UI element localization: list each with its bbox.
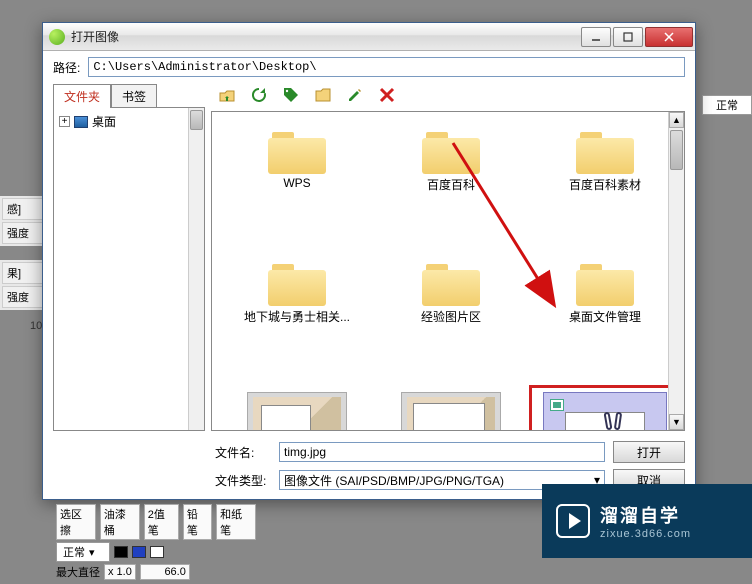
zoom-value[interactable]: x 1.0 [104,564,136,580]
file-label: 地下城与勇士相关... [244,308,350,325]
file-label: 百度百科 [427,176,475,193]
diameter-value[interactable]: 66.0 [140,564,190,580]
bg-normal-select[interactable]: 正常 [702,95,752,115]
filename-input[interactable] [279,442,605,462]
window-title: 打开图像 [71,28,119,45]
file-item[interactable]: 经验图片区 [376,254,526,384]
tag-icon[interactable] [281,85,301,105]
swatch-white[interactable] [150,546,164,558]
file-label: 百度百科素材 [569,176,641,193]
folder-icon [422,260,480,306]
app-icon [49,29,65,45]
scroll-up-icon[interactable]: ▲ [669,112,684,128]
selected-thumb [543,392,667,430]
tool-button[interactable]: 选区擦 [56,504,96,540]
tool-button[interactable]: 2值笔 [144,504,179,540]
file-toolbar [211,83,685,111]
swatch-black[interactable] [114,546,128,558]
scroll-down-icon[interactable]: ▼ [669,414,684,430]
minimize-button[interactable] [581,27,611,47]
file-item[interactable]: QQ截图2019102010... [376,386,526,430]
grid-scrollbar[interactable]: ▲ ▼ [668,112,684,430]
open-button[interactable]: 打开 [613,441,685,463]
file-item[interactable]: 百度百科素材 [530,122,680,252]
refresh-icon[interactable] [249,85,269,105]
brand-box: 溜溜自学 zixue.3d66.com [542,484,752,558]
tree-item-desktop[interactable]: + 桌面 [58,112,200,131]
tab-bookmarks[interactable]: 书签 [111,84,157,108]
open-image-dialog: 打开图像 路径: 文件夹 书签 + 桌面 [42,22,696,500]
path-label: 路径: [53,59,80,76]
delete-icon[interactable] [377,85,397,105]
file-item[interactable]: 桌面文件管理 [530,254,680,384]
tree-item-label: 桌面 [92,113,116,130]
desktop-icon [74,116,88,128]
filetype-value: 图像文件 (SAI/PSD/BMP/JPG/PNG/TGA) [284,472,504,489]
scroll-thumb[interactable] [670,130,683,170]
file-label: WPS [283,176,310,190]
image-badge-icon [550,399,564,411]
titlebar: 打开图像 [43,23,695,51]
file-item-selected[interactable]: timg.jpg [530,386,680,430]
tool-button[interactable]: 铅笔 [183,504,212,540]
tab-folders[interactable]: 文件夹 [53,84,111,108]
file-item[interactable]: QQ截图20191020100... [222,386,372,430]
blend-mode-select[interactable]: 正常 ▾ [56,542,110,562]
file-item[interactable]: 地下城与勇士相关... [222,254,372,384]
path-input[interactable] [88,57,685,77]
file-label: 桌面文件管理 [569,308,641,325]
filetype-label: 文件类型: [215,472,271,489]
swatch-blue[interactable] [132,546,146,558]
tool-button[interactable]: 油漆桶 [100,504,140,540]
play-icon [556,504,590,538]
folder-tree[interactable]: + 桌面 [53,107,205,431]
new-folder-icon[interactable] [313,85,333,105]
up-folder-icon[interactable] [217,85,237,105]
file-grid[interactable]: WPS 百度百科 百度百科素材 地下城与勇士相关... 经验图片区 桌面文件管理… [212,112,684,430]
filename-label: 文件名: [215,444,271,461]
folder-icon [576,128,634,174]
brand-title: 溜溜自学 [600,502,691,528]
tool-button[interactable]: 和纸笔 [216,504,256,540]
file-item[interactable]: 百度百科 [376,122,526,252]
expand-icon[interactable]: + [59,116,70,127]
folder-icon [576,260,634,306]
file-label: 经验图片区 [421,308,481,325]
file-item[interactable]: WPS [222,122,372,252]
image-thumb [401,392,501,430]
bg-number: 10 [30,320,42,332]
tool-strip: 选区擦 油漆桶 2值笔 铅笔 和纸笔 正常 ▾ 最大直径 x 1.0 66.0 [56,502,256,582]
brand-url: zixue.3d66.com [600,528,691,540]
maximize-button[interactable] [613,27,643,47]
max-diameter-label: 最大直径 [56,564,100,580]
tree-scrollbar[interactable] [188,108,204,430]
folder-icon [422,128,480,174]
folder-icon [268,260,326,306]
close-button[interactable] [645,27,693,47]
image-thumb [247,392,347,430]
folder-icon [268,128,326,174]
edit-icon[interactable] [345,85,365,105]
